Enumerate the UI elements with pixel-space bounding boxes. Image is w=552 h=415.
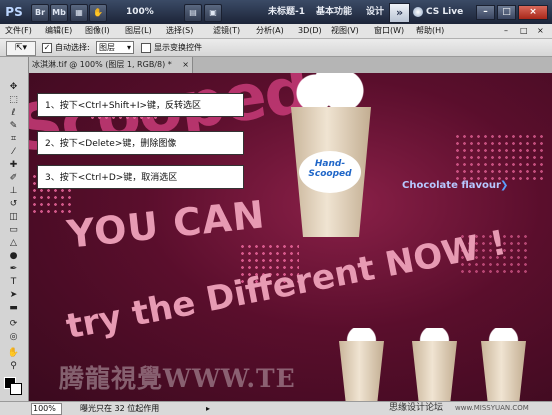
menu-file[interactable]: 文件(F)	[5, 24, 32, 38]
status-info: 曝光只在 32 位起作用	[80, 404, 160, 413]
chevron-down-icon: ▾	[126, 43, 131, 52]
site-watermark: www.MISSYUAN.COM	[455, 404, 529, 412]
hand-tool-icon[interactable]: ✋	[5, 348, 22, 359]
menu-help[interactable]: 帮助(H)	[416, 24, 444, 38]
crop-tool-icon[interactable]: ⌗	[5, 134, 22, 145]
shape-tool-icon[interactable]: ▬	[5, 303, 22, 314]
small-cup	[412, 341, 457, 401]
arrange-documents-button[interactable]: ▤	[184, 4, 202, 22]
zoom-field[interactable]: 100%	[31, 403, 62, 415]
zoom-tool-icon[interactable]: ⚲	[5, 361, 22, 372]
menu-select[interactable]: 选择(S)	[166, 24, 193, 38]
brand-label: Hand-Scooped	[308, 159, 352, 179]
flavour-label: Chocolate flavour	[402, 180, 501, 191]
move-tool-icon[interactable]: ✥	[5, 82, 22, 93]
menu-filter[interactable]: 滤镜(T)	[213, 24, 240, 38]
forum-watermark: 思缘设计论坛	[389, 403, 444, 413]
menu-image[interactable]: 图像(I)	[85, 24, 110, 38]
auto-select-value: 图层	[99, 43, 115, 52]
document-canvas[interactable]: Scooped Hand-Scooped Chocolate flavour ❯…	[29, 73, 552, 401]
healing-tool-icon[interactable]: ✚	[5, 160, 22, 171]
small-cup	[339, 341, 384, 401]
3d-rotate-tool-icon[interactable]: ⟳	[5, 319, 22, 330]
menu-view[interactable]: 视图(V)	[331, 24, 359, 38]
step-2: 2、按下<Delete>键，删除图像	[37, 131, 244, 155]
maximize-button[interactable]: □	[497, 5, 516, 20]
document-tab-bar: 冰淇淋.tif @ 100% (图层 1, RGB/8) * ×	[29, 57, 552, 73]
menu-edit[interactable]: 编辑(E)	[45, 24, 72, 38]
menu-3d[interactable]: 3D(D)	[298, 24, 322, 38]
eyedropper-tool-icon[interactable]: ⁄	[5, 147, 22, 158]
blur-tool-icon[interactable]: △	[5, 238, 22, 249]
close-tab-icon[interactable]: ×	[182, 57, 189, 73]
brush-tool-icon[interactable]: ✐	[5, 173, 22, 184]
3d-orbit-tool-icon[interactable]: ◎	[5, 332, 22, 343]
workspace-design[interactable]: 设计	[366, 5, 384, 19]
tools-panel: ✥ ⬚ ℓ ✎ ⌗ ⁄ ✚ ✐ ⊥ ↺ ◫ ▭ △ ● ✒ T ➤ ▬ ⟳ ◎ …	[0, 57, 29, 402]
show-transform-checkbox[interactable]	[141, 43, 151, 53]
screen-mode-button[interactable]: ▣	[204, 4, 222, 22]
menu-layer[interactable]: 图层(L)	[125, 24, 152, 38]
step-3: 3、按下<Ctrl+D>键，取消选区	[37, 165, 244, 189]
show-transform-label: 显示变换控件	[154, 43, 202, 52]
status-menu-arrow[interactable]: ▸	[206, 404, 210, 413]
dodge-tool-icon[interactable]: ●	[5, 251, 22, 262]
auto-select-label: 自动选择:	[55, 43, 90, 52]
cs-live-icon	[413, 7, 423, 17]
auto-select-dropdown[interactable]: 图层 ▾	[96, 41, 134, 54]
path-select-tool-icon[interactable]: ➤	[5, 290, 22, 301]
doc-close-button[interactable]: ×	[537, 24, 544, 38]
tool-preset-picker[interactable]: ⇱▾	[6, 41, 36, 56]
title-bar: PS Br Mb ▦ ✋ 100% ▤ ▣ 未标题-1 基本功能 设计 » CS…	[0, 0, 552, 24]
hand-icon[interactable]: ✋	[89, 4, 107, 22]
auto-select-checkbox[interactable]: ✓	[42, 43, 52, 53]
quick-select-tool-icon[interactable]: ✎	[5, 121, 22, 132]
stamp-tool-icon[interactable]: ⊥	[5, 186, 22, 197]
status-bar: 100% 曝光只在 32 位起作用 ▸ 思缘设计论坛 www.MISSYUAN.…	[0, 401, 552, 415]
minimize-button[interactable]: –	[476, 5, 495, 20]
watermark-text: 腾龍視覺WWW.TE	[59, 364, 296, 393]
small-cup	[481, 341, 526, 401]
document-title: 未标题-1	[268, 7, 305, 17]
art-dot-pattern	[454, 133, 544, 183]
step-1: 1、按下<Ctrl+Shift+I>键，反转选区	[37, 93, 244, 117]
zoom-level[interactable]: 100%	[126, 5, 154, 19]
eraser-tool-icon[interactable]: ◫	[5, 212, 22, 223]
gradient-tool-icon[interactable]: ▭	[5, 225, 22, 236]
options-bar: ⇱▾ ✓ 自动选择: 图层 ▾ 显示变换控件	[0, 39, 552, 57]
chevron-right-icon: ❯	[500, 180, 509, 191]
pen-tool-icon[interactable]: ✒	[5, 264, 22, 275]
bridge-button[interactable]: Br	[31, 4, 49, 22]
marquee-tool-icon[interactable]: ⬚	[5, 95, 22, 106]
workspace-essentials[interactable]: 基本功能	[316, 5, 352, 19]
document-tab[interactable]: 冰淇淋.tif @ 100% (图层 1, RGB/8) * ×	[29, 57, 193, 73]
doc-restore-button[interactable]: □	[520, 24, 528, 38]
doc-minimize-button[interactable]: –	[504, 24, 508, 38]
mini-bridge-button[interactable]: Mb	[50, 4, 68, 22]
menu-bar: 文件(F) 编辑(E) 图像(I) 图层(L) 选择(S) 滤镜(T) 分析(A…	[0, 24, 552, 39]
photoshop-logo: PS	[5, 5, 23, 19]
menu-window[interactable]: 窗口(W)	[374, 24, 404, 38]
document-tab-label: 冰淇淋.tif @ 100% (图层 1, RGB/8) *	[32, 60, 172, 69]
menu-analysis[interactable]: 分析(A)	[256, 24, 284, 38]
cs-live-button[interactable]: CS Live	[426, 5, 463, 19]
more-workspaces-button[interactable]: »	[389, 3, 410, 23]
history-brush-tool-icon[interactable]: ↺	[5, 199, 22, 210]
background-color-swatch[interactable]	[10, 383, 22, 395]
view-extras-button[interactable]: ▦	[70, 4, 88, 22]
close-button[interactable]: ×	[518, 5, 548, 20]
lasso-tool-icon[interactable]: ℓ	[5, 108, 22, 119]
type-tool-icon[interactable]: T	[5, 277, 22, 288]
